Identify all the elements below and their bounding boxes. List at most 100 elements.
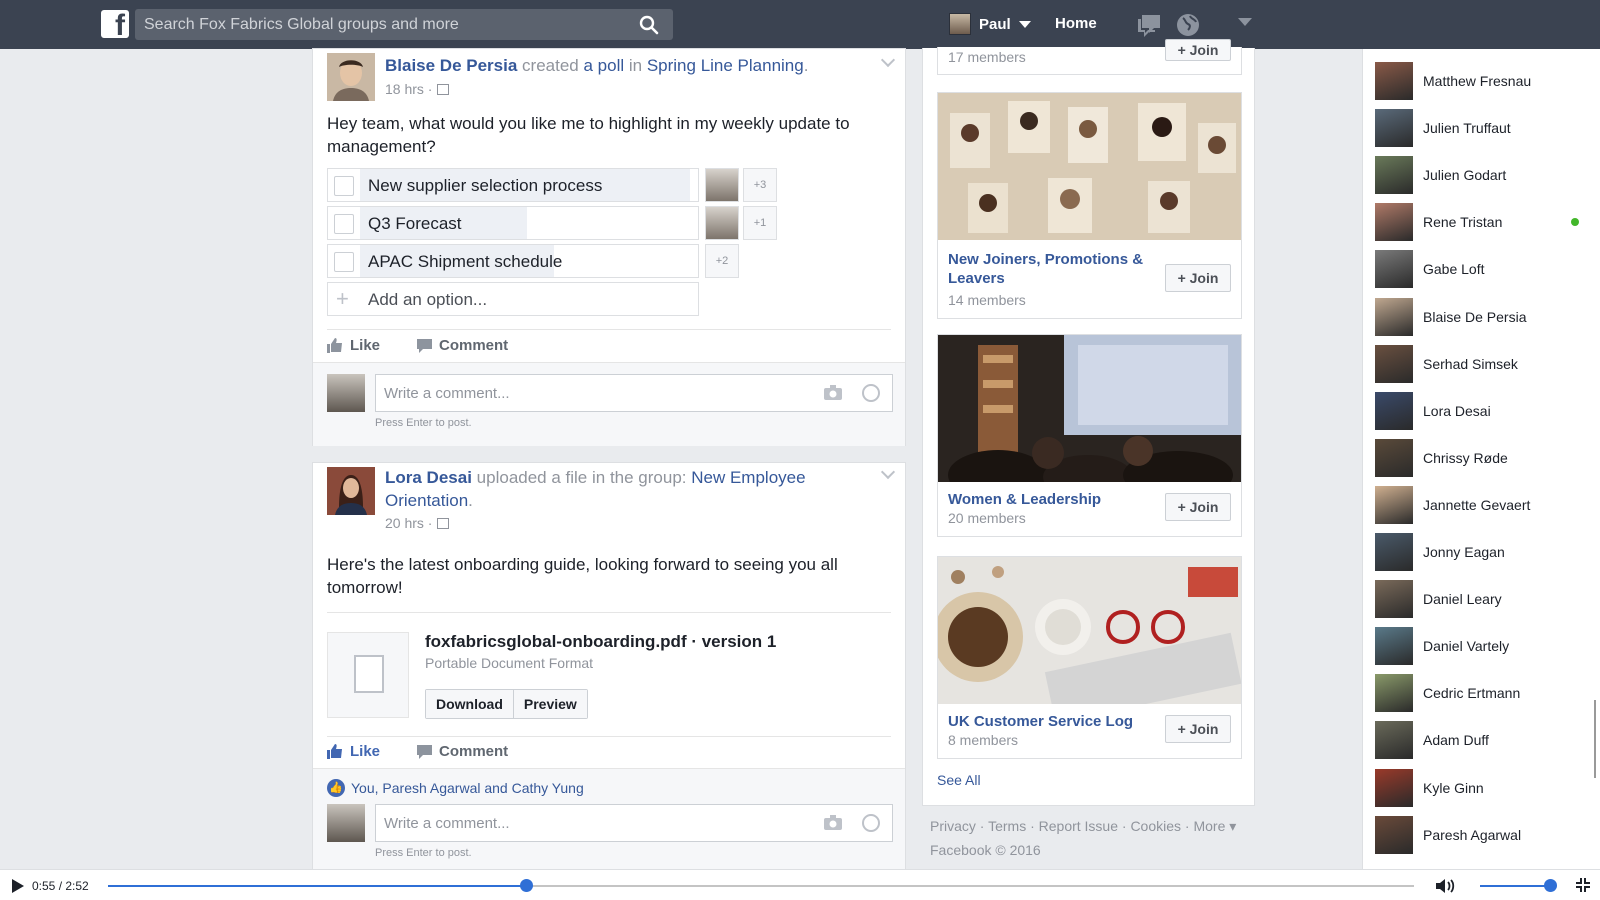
join-button[interactable]: + Join (1165, 39, 1231, 61)
timestamp[interactable]: 18 hrs · (385, 81, 432, 97)
exit-fullscreen-icon[interactable] (1576, 878, 1590, 892)
globe-icon[interactable] (1175, 12, 1201, 38)
group-cover-image[interactable] (938, 93, 1241, 240)
comment-button[interactable]: Comment (417, 337, 508, 354)
home-link[interactable]: Home (1055, 15, 1097, 32)
chat-friend[interactable]: Serhad Simsek (1375, 344, 1595, 384)
author-avatar[interactable] (327, 467, 375, 515)
chat-friend[interactable]: Lora Desai (1375, 391, 1595, 431)
join-button[interactable]: + Join (1165, 264, 1231, 292)
group-name[interactable]: UK Customer Service Log (948, 712, 1148, 731)
download-button[interactable]: Download (426, 690, 513, 718)
poll-checkbox[interactable] (334, 176, 354, 196)
chat-friend[interactable]: Daniel Leary (1375, 579, 1595, 619)
profile-link[interactable]: Paul (949, 12, 1031, 36)
chat-friend[interactable]: Cedric Ertmann (1375, 673, 1595, 713)
camera-icon[interactable] (824, 385, 842, 400)
search-input[interactable] (135, 9, 625, 40)
group-name[interactable]: New Joiners, Promotions & Leavers (948, 250, 1148, 288)
top-bar: f Paul Home (0, 0, 1600, 49)
emoji-icon[interactable] (862, 384, 880, 402)
chat-friend[interactable]: Daniel Vartely (1375, 626, 1595, 666)
see-all-link[interactable]: See All (937, 772, 981, 788)
chat-friend[interactable]: Julien Godart (1375, 155, 1595, 195)
more-voters-badge[interactable]: +3 (743, 168, 777, 202)
add-option-field[interactable]: + Add an option... (327, 282, 699, 316)
chat-friend[interactable]: Blaise De Persia (1375, 297, 1595, 337)
like-button[interactable]: Like (327, 337, 380, 354)
poll-checkbox[interactable] (334, 252, 354, 272)
chat-friend[interactable]: Rene Tristan (1375, 202, 1595, 242)
volume-handle[interactable] (1544, 879, 1557, 892)
avatar (1375, 391, 1413, 430)
plus-icon: + (336, 286, 349, 311)
join-button[interactable]: + Join (1165, 715, 1231, 743)
like-button[interactable]: Like (327, 743, 380, 760)
poll-link[interactable]: a poll (583, 56, 624, 75)
video-controls: 0:55 / 2:52 (0, 869, 1600, 900)
post-options-chevron-icon[interactable] (880, 464, 896, 480)
chat-friend[interactable]: Kyle Ginn (1375, 768, 1595, 808)
settings-menu-chevron-icon[interactable] (1238, 18, 1252, 26)
more-voters-badge[interactable]: +1 (743, 206, 777, 240)
chat-friend-name: Cedric Ertmann (1423, 685, 1521, 702)
more-voters-badge[interactable]: +2 (705, 244, 739, 278)
post-header-period: . (803, 56, 809, 75)
search-icon[interactable] (639, 15, 659, 35)
post-options-chevron-icon[interactable] (880, 52, 896, 68)
group-cover-image[interactable] (938, 557, 1241, 704)
preview-button[interactable]: Preview (512, 690, 587, 718)
footer-links[interactable]: Privacy · Terms · Report Issue · Cookies… (930, 818, 1236, 835)
author-avatar[interactable] (327, 53, 375, 101)
likers-summary[interactable]: 👍 You, Paresh Agarwal and Cathy Yung (327, 779, 584, 797)
play-icon[interactable] (12, 879, 24, 893)
timestamp[interactable]: 20 hrs · (385, 515, 432, 531)
group-card[interactable]: New Joiners, Promotions & Leavers 14 mem… (937, 92, 1242, 319)
file-post: Lora Desai uploaded a file in the group:… (312, 462, 906, 872)
poll-option-bar[interactable]: New supplier selection process (327, 168, 699, 202)
volume-slider[interactable] (1480, 885, 1550, 887)
author-link[interactable]: Blaise De Persia (385, 56, 517, 75)
chat-friend[interactable]: Paresh Agarwal (1375, 815, 1595, 855)
comment-button[interactable]: Comment (417, 743, 508, 760)
comment-box[interactable] (375, 804, 893, 842)
chat-scrollbar[interactable] (1594, 700, 1596, 778)
avatar (1375, 297, 1413, 336)
chat-friend[interactable]: Jannette Gevaert (1375, 485, 1595, 525)
messages-icon[interactable] (1136, 12, 1164, 38)
group-name[interactable]: Women & Leadership (948, 490, 1148, 509)
group-cover-image[interactable] (938, 335, 1241, 482)
seek-handle[interactable] (520, 879, 533, 892)
volume-icon[interactable] (1436, 878, 1456, 894)
chat-friend[interactable]: Jonny Eagan (1375, 532, 1595, 572)
group-card[interactable]: UK Customer Service Log 8 members + Join (937, 556, 1242, 759)
chevron-down-icon[interactable] (1018, 20, 1031, 28)
comment-input[interactable] (376, 805, 796, 841)
camera-icon[interactable] (824, 815, 842, 830)
file-name[interactable]: foxfabricsglobal-onboarding.pdf · versio… (425, 632, 776, 652)
poll-option-bar[interactable]: Q3 Forecast (327, 206, 699, 240)
poll-checkbox[interactable] (334, 214, 354, 234)
emoji-icon[interactable] (862, 814, 880, 832)
online-status-icon (1571, 218, 1579, 227)
facebook-logo-icon[interactable]: f (101, 10, 129, 41)
group-card[interactable]: Women & Leadership 20 members + Join (937, 334, 1242, 537)
comment-input[interactable] (376, 375, 796, 411)
file-thumbnail[interactable] (327, 632, 409, 718)
user-name: Paul (979, 15, 1011, 33)
comment-box[interactable] (375, 374, 893, 412)
poll-option-bar[interactable]: APAC Shipment schedule (327, 244, 699, 278)
chat-friend[interactable]: Gabe Loft (1375, 249, 1595, 289)
chat-friend[interactable]: Adam Duff (1375, 720, 1595, 760)
document-icon (354, 655, 384, 693)
seek-bar[interactable] (108, 885, 1414, 887)
join-button[interactable]: + Join (1165, 493, 1231, 521)
group-link[interactable]: Spring Line Planning (647, 56, 804, 75)
chat-friend[interactable]: Matthew Fresnau (1375, 61, 1595, 101)
chat-friend[interactable]: Julien Truffaut (1375, 108, 1595, 148)
voter-avatar[interactable] (705, 168, 739, 202)
chat-friend[interactable]: Chrissy Røde (1375, 438, 1595, 478)
author-link[interactable]: Lora Desai (385, 468, 472, 487)
voter-avatar[interactable] (705, 206, 739, 240)
divider (327, 736, 891, 737)
